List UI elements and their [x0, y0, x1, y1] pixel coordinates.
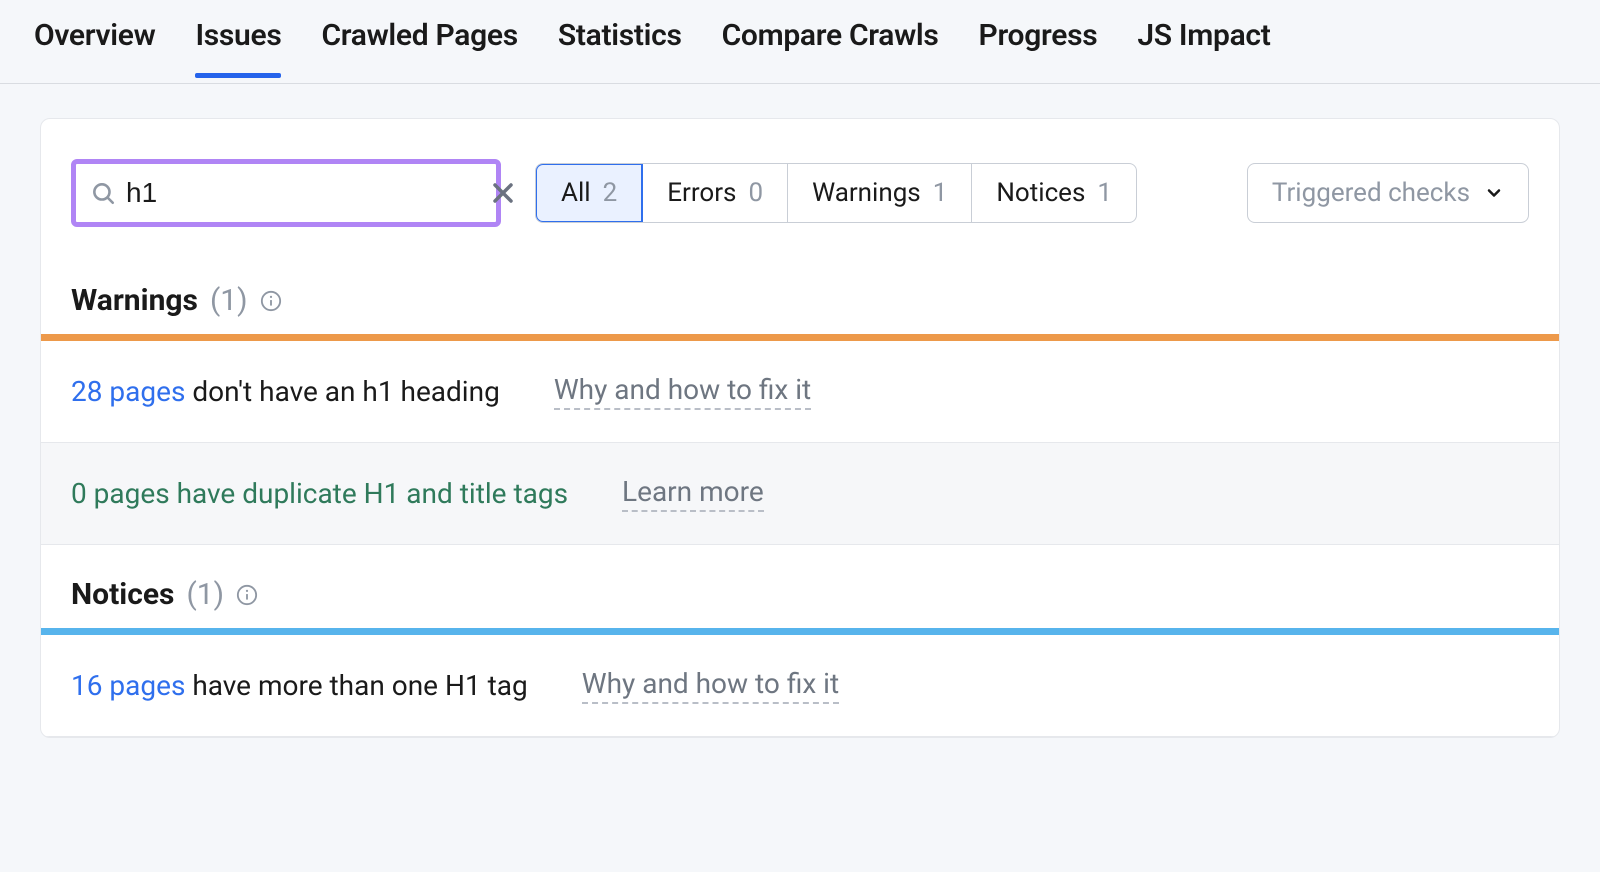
filter-warnings-count: 1 — [933, 178, 948, 208]
warnings-header: Warnings (1) — [41, 251, 1559, 334]
filter-errors-count: 0 — [748, 178, 763, 208]
issue-text: 28 pages don't have an h1 heading — [71, 375, 500, 408]
notices-count: (1) — [186, 577, 224, 612]
issue-text: 0 pages have duplicate H1 and title tags — [71, 477, 568, 510]
top-tabs: Overview Issues Crawled Pages Statistics… — [0, 0, 1600, 84]
issue-row: 16 pages have more than one H1 tag Why a… — [41, 635, 1559, 737]
filter-notices-label: Notices — [996, 178, 1085, 208]
filter-all-label: All — [561, 178, 591, 208]
filter-all-count: 2 — [603, 178, 618, 208]
chevron-down-icon — [1484, 183, 1504, 203]
info-icon[interactable] — [236, 584, 258, 606]
info-icon[interactable] — [260, 290, 282, 312]
tab-compare-crawls[interactable]: Compare Crawls — [722, 18, 939, 77]
notices-title: Notices — [71, 577, 174, 612]
notices-header: Notices (1) — [41, 545, 1559, 628]
tab-progress[interactable]: Progress — [979, 18, 1098, 77]
issues-toolbar: All 2 Errors 0 Warnings 1 Notices 1 Trig… — [41, 119, 1559, 251]
issue-text: 16 pages have more than one H1 tag — [71, 669, 528, 702]
issue-full-text: 0 pages have duplicate H1 and title tags — [71, 477, 568, 510]
issue-rest: have more than one H1 tag — [185, 669, 527, 702]
filter-notices-count: 1 — [1097, 178, 1112, 208]
why-fix-link[interactable]: Why and how to fix it — [582, 667, 839, 704]
issues-panel: All 2 Errors 0 Warnings 1 Notices 1 Trig… — [40, 118, 1560, 738]
issue-page-link[interactable]: 28 pages — [71, 375, 185, 408]
tab-crawled-pages[interactable]: Crawled Pages — [321, 18, 517, 77]
warnings-title: Warnings — [71, 283, 198, 318]
triggered-checks-dropdown[interactable]: Triggered checks — [1247, 163, 1529, 223]
issue-rest: don't have an h1 heading — [185, 375, 499, 408]
issue-row: 0 pages have duplicate H1 and title tags… — [41, 443, 1559, 545]
warnings-bar — [41, 334, 1559, 341]
filter-errors[interactable]: Errors 0 — [642, 164, 787, 222]
search-input[interactable] — [126, 177, 487, 209]
filter-notices[interactable]: Notices 1 — [971, 164, 1136, 222]
clear-search-icon[interactable] — [487, 177, 519, 209]
tab-overview[interactable]: Overview — [34, 18, 155, 77]
tab-issues[interactable]: Issues — [195, 18, 281, 77]
why-fix-link[interactable]: Why and how to fix it — [554, 373, 811, 410]
tab-statistics[interactable]: Statistics — [558, 18, 682, 77]
filter-warnings-label: Warnings — [812, 178, 921, 208]
search-icon — [90, 180, 116, 206]
issue-page-link[interactable]: 16 pages — [71, 669, 185, 702]
tab-js-impact[interactable]: JS Impact — [1137, 18, 1270, 77]
filter-warnings[interactable]: Warnings 1 — [787, 164, 971, 222]
search-box[interactable] — [71, 159, 501, 227]
notices-bar — [41, 628, 1559, 635]
warnings-count: (1) — [210, 283, 248, 318]
dropdown-label: Triggered checks — [1272, 178, 1470, 208]
issue-row: 28 pages don't have an h1 heading Why an… — [41, 341, 1559, 443]
severity-filter: All 2 Errors 0 Warnings 1 Notices 1 — [535, 163, 1137, 223]
filter-errors-label: Errors — [667, 178, 736, 208]
filter-all[interactable]: All 2 — [535, 163, 643, 223]
learn-more-link[interactable]: Learn more — [622, 475, 764, 512]
